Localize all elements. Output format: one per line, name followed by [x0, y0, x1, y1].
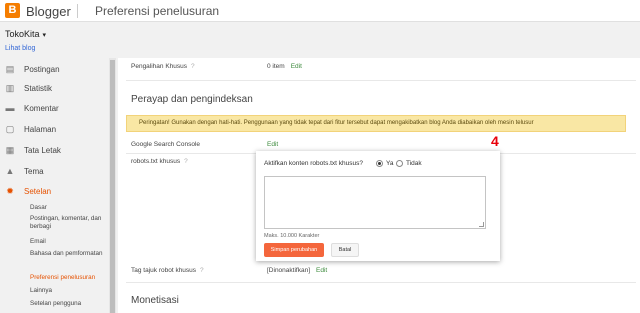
sidebar: ▤ Postingan ▥ Statistik ▬ Komentar ▢ Hal… — [0, 58, 110, 313]
redirect-count: 0 item — [267, 63, 285, 70]
max-chars-hint: Maks. 10.000 Karakter — [264, 233, 320, 239]
annotation-marker: 4 — [491, 133, 499, 149]
warning-banner: Peringatan! Gunakan dengan hati-hati. Pe… — [126, 115, 626, 132]
robots-tags-value: [Dinonaktifkan] Edit — [267, 267, 327, 274]
help-icon[interactable]: ? — [184, 158, 188, 165]
robots-tags-label: Tag tajuk robot khusus? — [131, 267, 204, 274]
top-bar: B Blogger Preferensi penelusuran — [0, 0, 640, 22]
layout-icon: ▦ — [5, 145, 15, 155]
divider — [126, 282, 636, 283]
blog-name: TokoKita — [5, 29, 40, 39]
page-title: Preferensi penelusuran — [95, 4, 220, 18]
robots-txt-label: robots.txt khusus? — [131, 158, 188, 165]
gsc-label: Google Search Console — [131, 141, 201, 148]
radio-no-label[interactable]: Tidak — [406, 160, 422, 167]
theme-icon: ▲ — [5, 166, 15, 176]
sidebar-item-comments[interactable]: ▬ Komentar — [0, 99, 108, 117]
sub-item-other[interactable]: Lainnya — [30, 287, 108, 295]
robots-txt-label-text: robots.txt khusus — [131, 158, 181, 165]
comment-icon: ▬ — [5, 103, 15, 113]
stats-icon: ▥ — [5, 83, 15, 93]
sidebar-item-pages[interactable]: ▢ Halaman — [0, 120, 108, 138]
monetization-section-title: Monetisasi — [131, 295, 179, 306]
sidebar-item-label: Statistik — [24, 84, 53, 93]
help-icon[interactable]: ? — [191, 63, 195, 70]
sub-item-basic[interactable]: Dasar — [30, 204, 108, 212]
robots-tags-status: [Dinonaktifkan] — [267, 267, 310, 274]
robots-tags-label-text: Tag tajuk robot khusus — [131, 267, 197, 274]
logo-letter: B — [8, 4, 17, 16]
cancel-button[interactable]: Batal — [331, 243, 359, 257]
robots-tags-edit-link[interactable]: Edit — [316, 267, 327, 274]
sidebar-item-label: Tata Letak — [24, 146, 61, 155]
blogger-logo-icon[interactable]: B — [5, 3, 20, 18]
sidebar-item-label: Tema — [24, 167, 44, 176]
blog-selector[interactable]: TokoKita ▾ — [5, 29, 46, 39]
brand-name[interactable]: Blogger — [26, 4, 71, 19]
save-button[interactable]: Simpan perubahan — [264, 243, 324, 257]
radio-no[interactable] — [396, 160, 403, 167]
radio-yes-label[interactable]: Ya — [386, 160, 393, 167]
sub-item-posts-comments-sharing[interactable]: Postingan, komentar, dan berbagi — [30, 215, 108, 230]
redirect-edit-link[interactable]: Edit — [291, 63, 302, 70]
sub-item-search-preferences[interactable]: Preferensi penelusuran — [30, 274, 108, 282]
gsc-edit-link[interactable]: Edit — [267, 141, 278, 148]
sub-item-user-settings[interactable]: Setelan pengguna — [30, 300, 108, 308]
resize-grip-icon[interactable] — [479, 222, 484, 227]
chevron-down-icon: ▾ — [42, 32, 47, 39]
page-icon: ▢ — [5, 124, 15, 134]
sidebar-item-stats[interactable]: ▥ Statistik — [0, 79, 108, 97]
sidebar-item-label: Halaman — [24, 125, 57, 134]
sub-item-email[interactable]: Email — [30, 238, 108, 246]
robots-txt-textarea[interactable] — [264, 176, 486, 229]
radio-yes[interactable] — [376, 160, 383, 167]
sidebar-item-label: Komentar — [24, 104, 59, 113]
redirect-label: Pengalihan Khusus? — [131, 63, 195, 70]
sidebar-item-posts[interactable]: ▤ Postingan — [0, 60, 108, 78]
sidebar-item-label: Setelan — [24, 187, 52, 196]
divider — [126, 80, 636, 81]
redirect-value: 0 item Edit — [267, 63, 302, 70]
sidebar-item-label: Postingan — [24, 65, 60, 74]
dialog-question: Aktifkan konten robots.txt khusus? — [264, 160, 363, 167]
view-blog-link[interactable]: Lihat blog — [5, 45, 35, 52]
redirect-label-text: Pengalihan Khusus — [131, 63, 188, 70]
sub-item-language-formatting[interactable]: Bahasa dan pemformatan — [30, 250, 108, 258]
header-divider — [77, 4, 78, 18]
document-icon: ▤ — [5, 64, 15, 74]
crawler-section-title: Perayap dan pengindeksan — [131, 94, 253, 105]
sidebar-scrollbar-thumb[interactable] — [110, 60, 115, 313]
sidebar-item-theme[interactable]: ▲ Tema — [0, 162, 108, 180]
robots-txt-dialog: Aktifkan konten robots.txt khusus? Ya Ti… — [256, 151, 500, 261]
sidebar-item-layout[interactable]: ▦ Tata Letak — [0, 141, 108, 159]
help-icon[interactable]: ? — [200, 267, 204, 274]
sidebar-item-settings[interactable]: ✹ Setelan — [0, 182, 108, 200]
gear-icon: ✹ — [6, 186, 14, 196]
